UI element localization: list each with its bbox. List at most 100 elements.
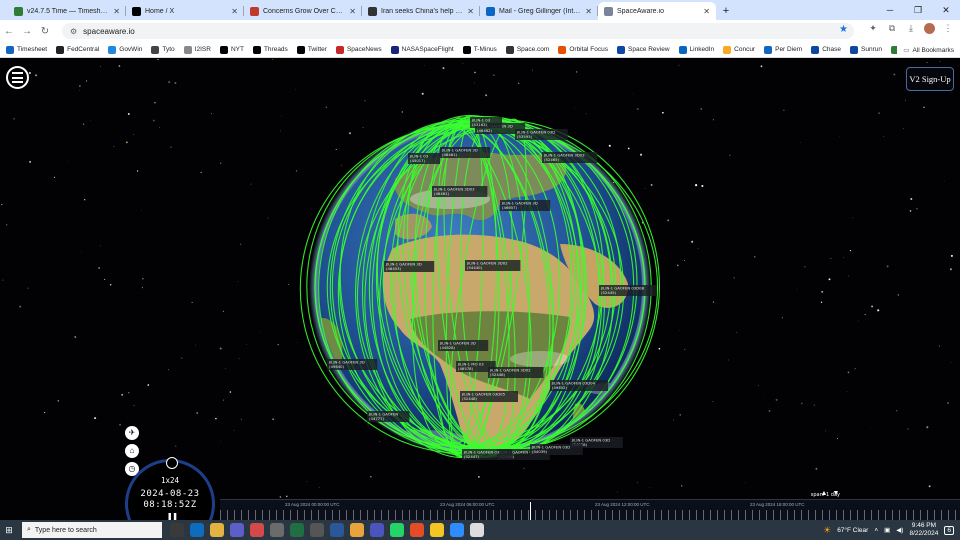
bookmark-star-icon[interactable]: ★ bbox=[839, 24, 848, 35]
tab-close-icon[interactable]: ✕ bbox=[113, 7, 120, 16]
home-icon[interactable]: ⌂ bbox=[125, 444, 139, 458]
notifications-badge[interactable]: 6 bbox=[944, 525, 954, 535]
teams-icon[interactable] bbox=[230, 523, 244, 537]
satellite-label[interactable]: JILIN-1 03(45017) bbox=[408, 153, 440, 164]
tab-close-icon[interactable]: ✕ bbox=[703, 7, 710, 16]
timeline-bar[interactable]: 23 Aug 2024 00:00:00 UTC 23 Aug 2024 06:… bbox=[220, 499, 960, 520]
bookmark-item[interactable]: Chase bbox=[811, 45, 841, 54]
time-dial-knob[interactable] bbox=[166, 457, 178, 469]
browser-tab[interactable]: Iran seeks China's help with su ✕ bbox=[362, 2, 480, 20]
app-icon[interactable] bbox=[430, 523, 444, 537]
satellite-label[interactable]: JILIN-1 GAOFEN 3D(44828) bbox=[438, 340, 489, 351]
satellite-label[interactable]: JILIN-1 GAOFEN(44777) bbox=[367, 411, 410, 422]
all-bookmarks[interactable]: ▭ All Bookmarks bbox=[897, 42, 954, 57]
bookmark-item[interactable]: T-Minus bbox=[462, 45, 497, 54]
satellite-label[interactable]: JILIN-1 GAOFEN 03D05(52448) bbox=[460, 391, 518, 402]
back-button[interactable]: ← bbox=[0, 26, 18, 37]
outlook-icon[interactable] bbox=[190, 523, 204, 537]
browser-tab[interactable]: v24.7.5 Time — Timesheet for ✕ bbox=[8, 2, 126, 20]
bookmark-item[interactable]: Timesheet bbox=[6, 45, 47, 54]
maximize-button[interactable]: ❐ bbox=[904, 0, 932, 20]
app-icon[interactable] bbox=[350, 523, 364, 537]
bookmark-item[interactable]: I2ISR bbox=[183, 45, 211, 54]
bookmark-item[interactable]: Threads bbox=[252, 45, 288, 54]
satellite-label[interactable]: JILIN-1 GAOFEN 3D03(52465) bbox=[542, 152, 598, 163]
task-view-icon[interactable] bbox=[170, 523, 184, 537]
globe-scene[interactable]: JILIN-1 GAOFEN 3D(46453) JILIN-1 GAOFEN 3… bbox=[0, 59, 960, 520]
app-icon[interactable] bbox=[290, 523, 304, 537]
bookmark-item[interactable]: GovWin bbox=[108, 45, 142, 54]
puzzle-extensions-icon[interactable]: ⧉ bbox=[886, 23, 898, 34]
weather-text[interactable]: 67°F Clear bbox=[837, 527, 868, 534]
photos-icon[interactable] bbox=[470, 523, 484, 537]
bookmark-item[interactable]: Twitter bbox=[296, 45, 327, 54]
v2-signup-button[interactable]: V2 Sign-Up bbox=[906, 67, 954, 91]
file-explorer-icon[interactable] bbox=[210, 523, 224, 537]
app-icon[interactable] bbox=[250, 523, 264, 537]
satellite-label[interactable]: JILIN-1 GAOFEN 3D03(46461) bbox=[432, 186, 488, 197]
bookmark-item[interactable]: Orbital Focus bbox=[558, 45, 608, 54]
calculator-icon[interactable] bbox=[310, 523, 324, 537]
pause-icon[interactable]: ❚❚ bbox=[167, 512, 178, 520]
satellite-label[interactable]: JILIN-1 GAOFEN 3D(49640) bbox=[327, 359, 378, 370]
bookmark-item[interactable]: Space.com bbox=[505, 45, 549, 54]
close-window-button[interactable]: ✕ bbox=[932, 0, 960, 20]
bookmark-item[interactable]: Per Diem bbox=[764, 45, 802, 54]
profile-avatar[interactable] bbox=[924, 23, 935, 34]
satellite-label[interactable]: JILIN-1 03(43163) bbox=[470, 117, 502, 128]
volume-icon[interactable]: ◀) bbox=[896, 526, 903, 534]
satellite-icon[interactable]: ✈ bbox=[125, 426, 139, 440]
tab-close-icon[interactable]: ✕ bbox=[467, 7, 474, 16]
forward-button[interactable]: → bbox=[18, 26, 36, 37]
browser-tab[interactable]: SpaceAware.io ✕ bbox=[598, 2, 716, 20]
bookmark-item[interactable]: Space Review bbox=[617, 45, 670, 54]
chrome-icon[interactable] bbox=[410, 523, 424, 537]
bookmark-item[interactable]: Concur bbox=[723, 45, 755, 54]
whatsapp-icon[interactable] bbox=[390, 523, 404, 537]
taskbar-clock[interactable]: 9:46 PM 8/22/2024 bbox=[909, 522, 938, 538]
satellite-label[interactable]: JILIN-1 GAOFEN 3D(46461) bbox=[440, 147, 491, 158]
bookmark-item[interactable]: Tyto bbox=[151, 45, 175, 54]
zoom-in-arrow-icon[interactable]: ▲ bbox=[820, 490, 828, 497]
satellite-label[interactable]: JILIN-1 GAOFEN 3D(46657) bbox=[500, 200, 551, 211]
app-icon[interactable] bbox=[270, 523, 284, 537]
satellite-label[interactable]: JILIN-1 GAOFEN 3D02(54440) bbox=[465, 260, 521, 271]
app-icon[interactable] bbox=[370, 523, 384, 537]
satellite-label[interactable]: JILIN-1 GAOFEN 3D(46453) bbox=[384, 261, 435, 272]
taskbar-search[interactable]: ⌕ Type here to search bbox=[22, 522, 162, 538]
browser-tab[interactable]: Mail - Greg Gillinger (Integrity ✕ bbox=[480, 2, 598, 20]
tab-close-icon[interactable]: ✕ bbox=[231, 7, 238, 16]
satellite-label[interactable]: JILIN-1 GAOFEN 03D08(52445) bbox=[599, 285, 657, 296]
app-icon[interactable] bbox=[330, 523, 344, 537]
tab-close-icon[interactable]: ✕ bbox=[585, 7, 592, 16]
windows-start-icon[interactable]: ⊞ bbox=[0, 525, 18, 536]
new-tab-button[interactable]: + bbox=[718, 2, 734, 20]
bookmark-item[interactable]: NASASpaceFlight bbox=[390, 45, 454, 54]
bookmark-item[interactable]: NYT bbox=[219, 45, 244, 54]
download-icon[interactable]: ⤓ bbox=[905, 23, 917, 34]
browser-menu-icon[interactable]: ⋮ bbox=[942, 23, 954, 34]
reload-button[interactable]: ↻ bbox=[36, 26, 54, 37]
satellite-label[interactable]: JILIN-1 GAOFEN 03(52447) bbox=[462, 449, 513, 460]
network-icon[interactable]: ▣ bbox=[884, 526, 890, 534]
zoom-out-arrow-icon[interactable]: ▼ bbox=[832, 490, 840, 497]
browser-tab[interactable]: Concerns Grow Over Chinese S✕ bbox=[244, 2, 362, 20]
satellite-label[interactable]: JILIN-1 GAOFEN 03D04(49652) bbox=[550, 380, 608, 391]
browser-tab[interactable]: Home / X ✕ bbox=[126, 2, 244, 20]
globe-viewport[interactable]: JILIN-1 GAOFEN 3D (46453) JILIN-1 GAOFEN 3… bbox=[0, 59, 960, 520]
satellite-label[interactable]: JILIN-1 GAOFEN 3D02(52448) bbox=[488, 367, 544, 378]
satellite-label[interactable]: JILIN-1 GAOFEN 03D(54039) bbox=[530, 444, 583, 455]
site-info-icon[interactable]: ⚙ bbox=[70, 27, 77, 36]
address-bar[interactable]: ⚙ spaceaware.io ★ bbox=[62, 23, 854, 39]
main-menu-button[interactable] bbox=[6, 66, 29, 89]
zoom-icon[interactable] bbox=[450, 523, 464, 537]
tray-chevron-icon[interactable]: ˄ bbox=[874, 527, 878, 534]
minimize-button[interactable]: ─ bbox=[876, 0, 904, 20]
bookmark-item[interactable]: FedCentral bbox=[56, 45, 99, 54]
bookmark-item[interactable]: Sunrun bbox=[850, 45, 882, 54]
bookmark-item[interactable]: SpaceNews bbox=[335, 45, 382, 54]
extension-icon[interactable]: ✦ bbox=[867, 23, 879, 34]
satellite-label[interactable]: JILIN-1 GAOFEN 03D(53593) bbox=[515, 129, 568, 140]
tab-close-icon[interactable]: ✕ bbox=[349, 7, 356, 16]
bookmark-item[interactable]: LinkedIn bbox=[678, 45, 714, 54]
